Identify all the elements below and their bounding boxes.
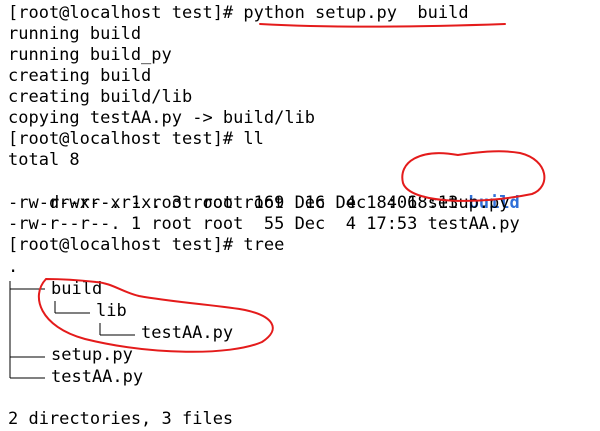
tree-item-lib: lib bbox=[96, 301, 127, 321]
output-line: copying testAA.py -> build/lib bbox=[8, 108, 316, 128]
output-line: running build_py bbox=[8, 45, 172, 65]
output-line: running build bbox=[8, 24, 142, 44]
directory-listing-row: drwxr-xr-x. 3 root root 16 Dec 4 18:13 b… bbox=[8, 172, 520, 213]
output-line: creating build bbox=[8, 66, 152, 86]
tree-item-build: build bbox=[51, 279, 103, 299]
tree-item-testaa: testAA.py bbox=[51, 367, 144, 387]
file-listing-row: -rw-r--r--. 1 root root 55 Dec 4 17:53 t… bbox=[8, 214, 520, 234]
output-line: creating build/lib bbox=[8, 87, 193, 107]
underline-python-build-annotation bbox=[259, 23, 506, 28]
command-line-build: [root@localhost test]# python setup.py b… bbox=[8, 3, 469, 23]
tree-item-testaa-nested: testAA.py bbox=[141, 323, 234, 343]
terminal-window[interactable]: [root@localhost test]# python setup.py b… bbox=[0, 0, 600, 431]
file-listing-row: -rw-r--r--. 1 root root 169 Dec 4 18:06 … bbox=[8, 193, 510, 213]
command-line-tree: [root@localhost test]# tree bbox=[8, 235, 285, 255]
tree-summary: 2 directories, 3 files bbox=[8, 409, 234, 429]
command-line-ll: [root@localhost test]# ll bbox=[8, 129, 264, 149]
output-line: total 8 bbox=[8, 150, 80, 170]
tree-root: . bbox=[8, 257, 19, 277]
tree-item-setup: setup.py bbox=[51, 345, 133, 365]
